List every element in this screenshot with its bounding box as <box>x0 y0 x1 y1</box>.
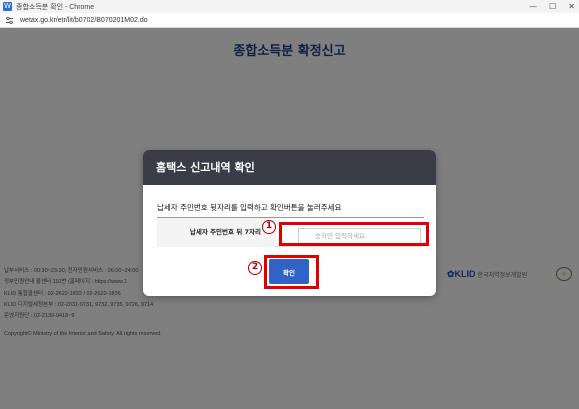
minimize-button[interactable]: — <box>529 0 537 13</box>
window-controls: — ☐ ✕ <box>529 0 575 13</box>
maximize-button[interactable]: ☐ <box>549 0 556 13</box>
input-highlight-box <box>279 222 429 246</box>
step-1-marker: 1 <box>262 220 276 234</box>
resident-number-label: 납세자 주민번호 뒤 7자리 <box>157 218 275 247</box>
window-titlebar: W 종합소득분 확인 - Chrome — ☐ ✕ <box>0 0 579 13</box>
wetax-app-icon: W <box>3 2 12 11</box>
modal-description: 납세자 주민번호 뒷자리를 입력하고 확인버튼을 눌러주세요 <box>157 203 342 212</box>
address-url[interactable]: wetax.go.kr/etr/lit/b0702/B070201M02.do <box>20 17 148 24</box>
close-button[interactable]: ✕ <box>568 0 575 13</box>
window-title: 종합소득분 확인 - Chrome <box>16 3 95 11</box>
step-2-marker: 2 <box>248 261 262 275</box>
button-highlight-box <box>264 255 319 289</box>
modal-title: 홈택스 신고내역 확인 <box>143 150 436 185</box>
site-info-icon[interactable] <box>4 15 14 25</box>
address-bar[interactable]: wetax.go.kr/etr/lit/b0702/B070201M02.do <box>0 13 579 28</box>
